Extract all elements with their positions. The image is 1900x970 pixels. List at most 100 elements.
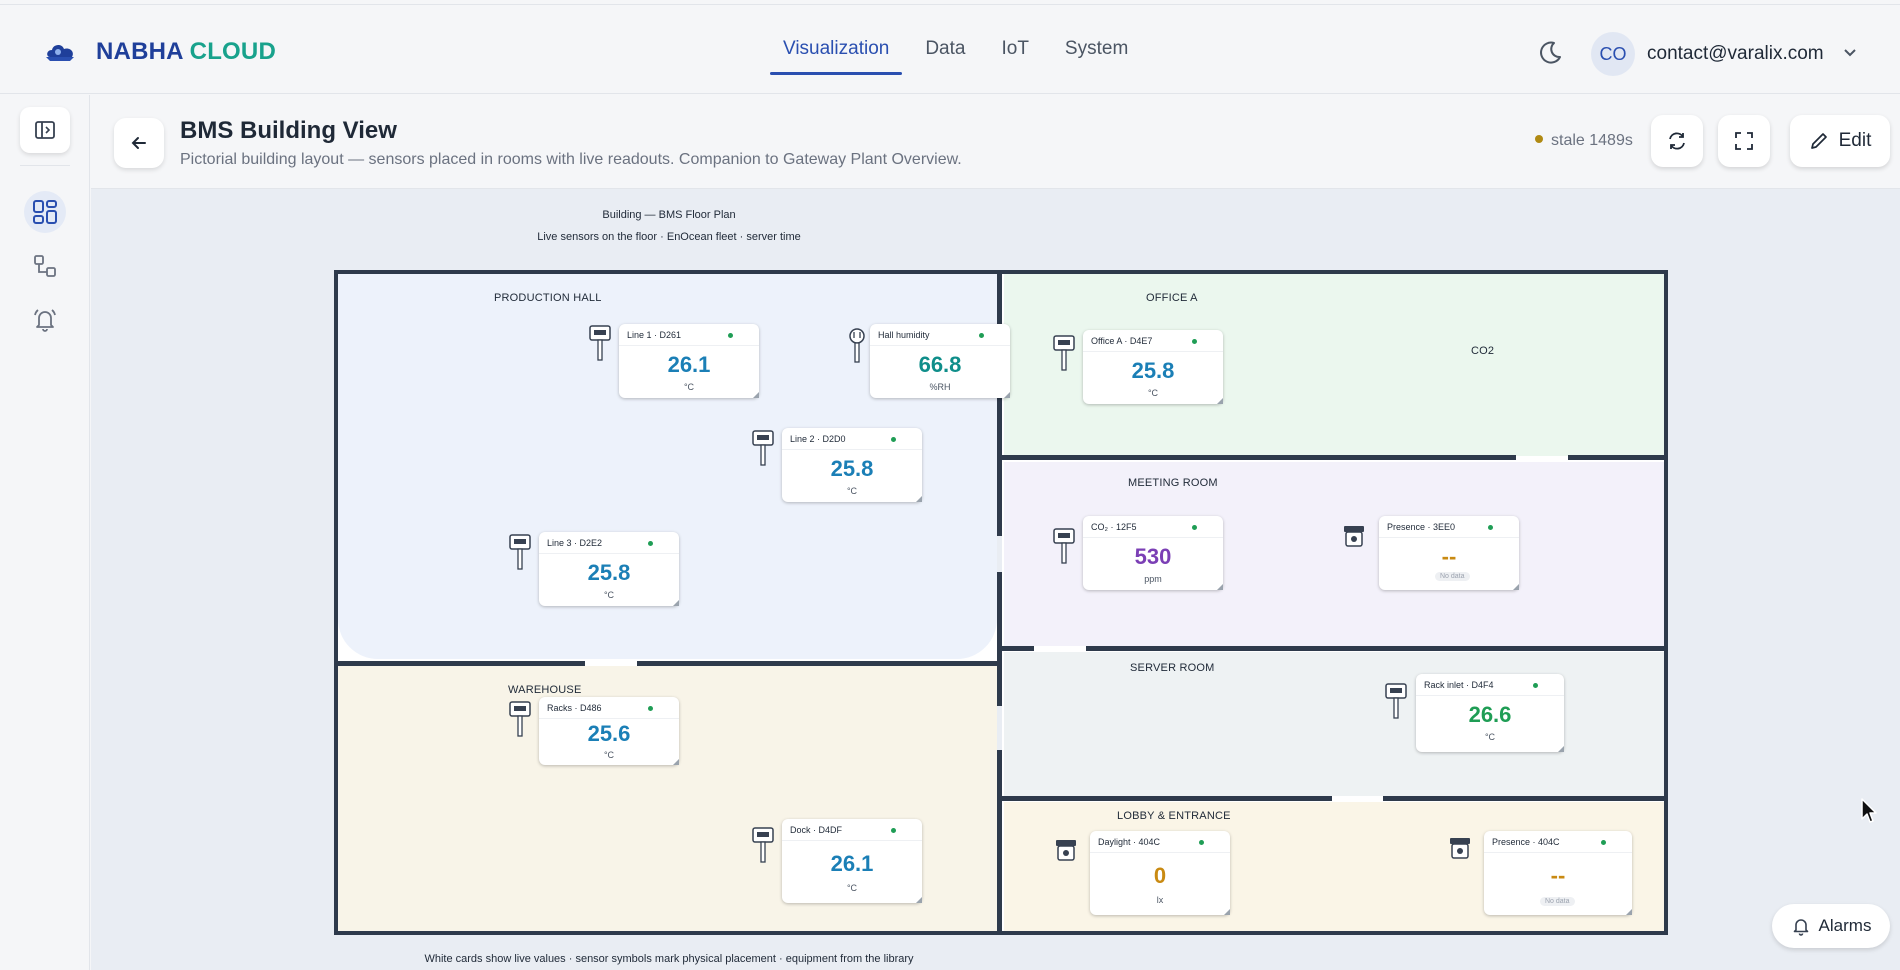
temperature-sensor-icon[interactable] [1384,682,1408,722]
stale-dot-icon [1535,134,1543,143]
back-button[interactable] [114,118,164,168]
sensor-card-dock[interactable]: Dock · D4DF 26.1 °C [782,819,922,903]
room-label-meeting: MEETING ROOM [1128,477,1218,489]
chevron-down-icon[interactable] [1842,45,1858,61]
card-name: CO₂ · 12F5 [1091,522,1137,532]
status-dot [979,333,984,338]
workflow-icon [34,255,56,277]
resize-handle[interactable] [1224,909,1230,915]
alarms-button[interactable]: Alarms [1772,904,1890,948]
presence-sensor-icon[interactable] [1342,524,1366,564]
sensor-card-rack-inlet[interactable]: Rack inlet · D4F4 26.6 °C [1416,674,1564,752]
temperature-sensor-icon[interactable] [508,533,532,573]
humidity-sensor-icon[interactable] [845,326,869,366]
status-dot [1601,840,1606,845]
sensor-card-office-a[interactable]: Office A · D4E7 25.8 °C [1083,330,1223,404]
sensor-card-line1[interactable]: Line 1 · D261 26.1 °C [619,324,759,398]
sensor-card-daylight[interactable]: Daylight · 404C 0 lx [1090,831,1230,915]
nav-data[interactable]: Data [912,5,978,95]
card-value: -- [1441,544,1457,569]
status-dot [1192,525,1197,530]
door-gap [997,706,1002,750]
card-name: Daylight · 404C [1098,837,1161,847]
resize-handle[interactable] [673,600,679,606]
resize-handle[interactable] [1558,746,1564,752]
resize-handle[interactable] [916,496,922,502]
sidebar-toggle-button[interactable] [20,107,70,153]
temperature-sensor-icon[interactable] [751,826,775,866]
card-unit: °C [683,382,695,392]
card-value: 530 [1134,544,1172,569]
wall-meeting-server-right [1086,646,1664,651]
alarms-label: Alarms [1818,916,1872,935]
resize-handle[interactable] [1217,584,1223,590]
card-unit: °C [603,750,615,760]
edit-button[interactable]: Edit [1790,115,1890,167]
card-unit: °C [1147,388,1159,398]
room-label-lobby: LOBBY & ENTRANCE [1117,810,1231,822]
fullscreen-icon [1735,132,1753,150]
brand-part-2: CLOUD [189,38,276,65]
card-name: Line 2 · D2D0 [790,434,846,444]
card-value: 25.8 [1131,358,1175,383]
plan-title: Building — BMS Floor Plan [602,209,736,221]
card-value: 66.8 [918,352,962,377]
card-unit: ppm [1144,574,1162,584]
status-dot [1199,840,1204,845]
sensor-card-presence-404c[interactable]: Presence · 404C -- No data [1484,831,1632,915]
wall-office-meeting-left [1002,455,1516,460]
nav-visualization[interactable]: Visualization [770,5,903,95]
sensor-card-racks[interactable]: Racks · D486 25.6 °C [539,697,679,765]
card-unit: lx [1156,895,1164,905]
resize-handle[interactable] [916,897,922,903]
sensor-card-presence-3ee0[interactable]: Presence · 3EE0 -- No data [1379,516,1519,590]
status-dot [728,333,733,338]
co2-sensor-icon[interactable] [1052,527,1076,567]
sensor-card-hall-humidity[interactable]: Hall humidity 66.8 %RH [870,324,1010,398]
no-data-badge: No data [1435,572,1470,581]
card-unit: °C [603,590,615,600]
brand-name[interactable]: NABHA CLOUD [96,38,276,66]
sensor-card-line3[interactable]: Line 3 · D2E2 25.8 °C [539,532,679,606]
status-dot [648,706,653,711]
sensor-card-co2[interactable]: CO₂ · 12F5 530 ppm [1083,516,1223,590]
building-outline: PRODUCTION HALL WAREHOUSE OFFICE A CO2 M… [334,270,1668,935]
no-data-badge: No data [1540,897,1575,906]
resize-handle[interactable] [1004,392,1010,398]
room-server [1004,652,1664,796]
user-email[interactable]: contact@varalix.com [1647,43,1824,65]
card-name: Presence · 404C [1492,837,1560,847]
presence-sensor-icon[interactable] [1448,836,1472,876]
card-value: 0 [1153,863,1167,888]
card-unit: %RH [929,382,951,392]
resize-handle[interactable] [1217,398,1223,404]
card-value: 26.1 [667,352,711,377]
arrow-left-icon [131,137,146,149]
pencil-icon [1810,133,1827,149]
user-avatar[interactable]: CO [1591,32,1635,76]
resize-handle[interactable] [1626,909,1632,915]
card-name: Rack inlet · D4F4 [1424,680,1494,690]
card-name: Office A · D4E7 [1091,336,1153,346]
sidebar-separator [20,165,70,166]
temperature-sensor-icon[interactable] [508,700,532,740]
resize-handle[interactable] [753,392,759,398]
sensor-card-line2[interactable]: Line 2 · D2D0 25.8 °C [782,428,922,502]
daylight-sensor-icon[interactable] [1054,838,1078,878]
sidebar-item-workflows[interactable] [24,245,66,287]
nav-iot[interactable]: IoT [988,5,1041,95]
nav-system[interactable]: System [1052,5,1141,95]
temperature-sensor-icon[interactable] [751,429,775,469]
status-dot [1488,525,1493,530]
card-value: 26.6 [1468,702,1512,727]
sidebar-item-alarms[interactable] [24,299,66,341]
resize-handle[interactable] [673,759,679,765]
temperature-sensor-icon[interactable] [1052,334,1076,374]
resize-handle[interactable] [1513,584,1519,590]
nabha-cloud-logo[interactable] [44,39,78,65]
dark-mode-moon-icon[interactable] [1536,39,1564,67]
refresh-button[interactable] [1651,115,1703,167]
temperature-sensor-icon[interactable] [588,324,612,364]
card-name: Presence · 3EE0 [1387,522,1456,532]
fullscreen-button[interactable] [1718,115,1770,167]
